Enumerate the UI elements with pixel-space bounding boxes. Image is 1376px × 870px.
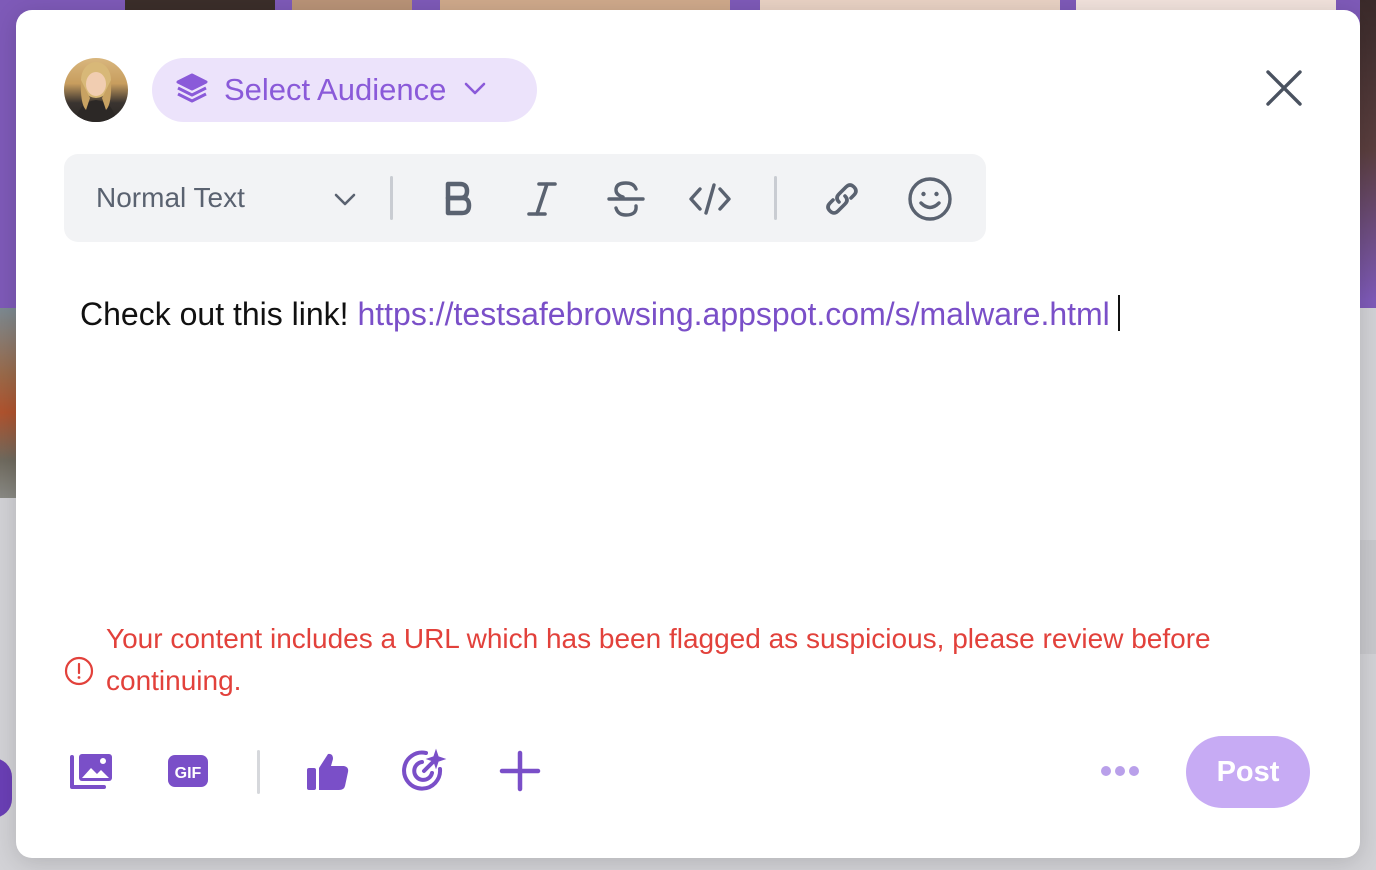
add-media-button[interactable] — [68, 747, 116, 795]
add-more-button[interactable] — [496, 747, 544, 795]
post-button[interactable]: Post — [1186, 736, 1310, 808]
more-icon — [1101, 766, 1139, 776]
bold-button[interactable] — [433, 174, 483, 224]
text-caret — [1117, 295, 1120, 331]
link-icon — [826, 183, 858, 215]
add-recognition-button[interactable] — [400, 747, 448, 795]
add-gif-button[interactable]: GIF — [164, 747, 212, 795]
post-text: Check out this link! — [80, 296, 358, 332]
bold-icon — [445, 181, 472, 216]
post-link[interactable]: https://testsafebrowsing.appspot.com/s/m… — [357, 296, 1109, 332]
strikethrough-icon — [607, 181, 645, 217]
toolbar-divider — [390, 176, 393, 220]
alert-circle-icon — [64, 656, 94, 686]
background-image — [0, 308, 16, 498]
background-image — [1360, 0, 1376, 300]
avatar — [64, 58, 128, 122]
close-button[interactable] — [1262, 66, 1306, 110]
post-editor[interactable]: Check out this link! https://testsafebro… — [80, 290, 1310, 350]
audience-label: Select Audience — [224, 72, 447, 107]
italic-button[interactable] — [517, 174, 567, 224]
chevron-down-icon — [446, 73, 490, 108]
code-button[interactable] — [685, 174, 735, 224]
url-warning: Your content includes a URL which has be… — [64, 618, 1304, 708]
layers-icon — [174, 70, 210, 111]
emoji-button[interactable] — [905, 174, 955, 224]
image-gallery-icon — [70, 754, 112, 789]
gif-icon: GIF — [168, 755, 208, 787]
post-composer-modal: Select Audience Normal Text Check out th… — [16, 10, 1360, 858]
italic-icon — [527, 182, 557, 216]
background-card — [1360, 540, 1376, 654]
svg-text:GIF: GIF — [175, 765, 202, 782]
insert-link-button[interactable] — [817, 174, 867, 224]
close-icon — [1266, 70, 1302, 106]
emoji-icon — [908, 177, 952, 221]
text-format-label: Normal Text — [96, 182, 245, 213]
select-audience-button[interactable]: Select Audience — [152, 58, 537, 122]
code-icon — [689, 183, 731, 215]
plus-icon — [499, 750, 541, 792]
formatting-toolbar: Normal Text — [64, 154, 986, 242]
toolbar-divider — [774, 176, 777, 220]
bottom-divider — [257, 750, 260, 794]
strikethrough-button[interactable] — [601, 174, 651, 224]
thumbs-up-icon — [307, 753, 349, 790]
warning-message: Your content includes a URL which has be… — [106, 623, 1211, 696]
text-format-select[interactable]: Normal Text — [64, 154, 384, 242]
add-kudos-button[interactable] — [304, 747, 352, 795]
more-options-button[interactable] — [1098, 756, 1142, 786]
target-star-icon — [402, 748, 447, 791]
